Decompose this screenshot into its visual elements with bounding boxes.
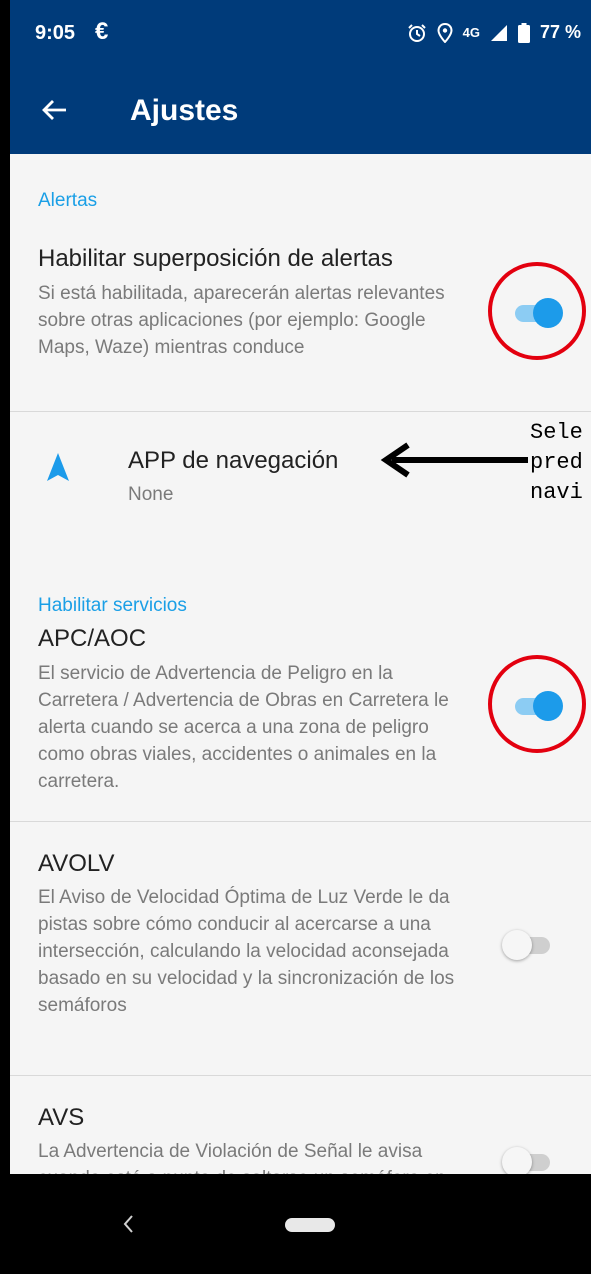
setting-avolv-title: AVOLV (38, 850, 115, 877)
page-title: Ajustes (130, 94, 239, 127)
setting-avolv-desc: El Aviso de Velocidad Óptima de Luz Verd… (38, 887, 455, 1016)
setting-overlay-desc: Si está habilitada, aparecerán alertas r… (38, 283, 445, 358)
annotation-text: Sele pred navi (530, 418, 583, 508)
arrow-left-icon (42, 100, 66, 120)
battery-level: 77 % (539, 22, 581, 42)
setting-avs-title: AVS (38, 1104, 85, 1131)
status-icons: 4G 77 % (407, 22, 581, 43)
highlight-circle (488, 262, 586, 360)
chevron-left-icon[interactable] (118, 1202, 138, 1246)
avolv-toggle[interactable] (502, 929, 554, 961)
system-nav-bar (10, 1174, 591, 1274)
annotation-line: navi (530, 480, 583, 505)
setting-overlay-title: Habilitar superposición de alertas (38, 245, 393, 272)
home-pill[interactable] (285, 1218, 335, 1232)
section-alerts: Alertas (38, 190, 98, 211)
divider (10, 821, 591, 822)
navigation-arrow-icon (47, 453, 69, 481)
annotation-arrow-icon (380, 442, 528, 478)
back-button[interactable] (32, 88, 76, 132)
alarm-icon (407, 23, 426, 42)
setting-apc-title: APC/AOC (38, 625, 147, 652)
app-bar: Ajustes (10, 66, 591, 154)
toggle-thumb (502, 1147, 532, 1177)
signal-icon (490, 24, 507, 41)
battery-icon (517, 22, 530, 43)
screen: 9:05 € 4G 77 % Ajustes Alertas Habilitar… (10, 0, 591, 1274)
annotation-line: Sele (530, 420, 583, 445)
status-bar: 9:05 € 4G 77 % (10, 0, 591, 66)
notification-icon: € (95, 18, 109, 45)
network-type: 4G (462, 25, 480, 40)
status-time: 9:05 (35, 22, 76, 44)
setting-apc-desc: El servicio de Advertencia de Peligro en… (38, 663, 449, 792)
nav-app-value: None (128, 484, 174, 505)
section-services: Habilitar servicios (38, 595, 187, 616)
toggle-thumb (502, 930, 532, 960)
divider (10, 1075, 591, 1076)
highlight-circle (488, 655, 586, 753)
nav-app-title: APP de navegación (128, 447, 339, 474)
divider (10, 411, 591, 412)
location-icon (437, 22, 453, 43)
annotation-line: pred (530, 450, 583, 475)
phone-frame: 9:05 € 4G 77 % Ajustes Alertas Habilitar… (0, 0, 591, 1274)
